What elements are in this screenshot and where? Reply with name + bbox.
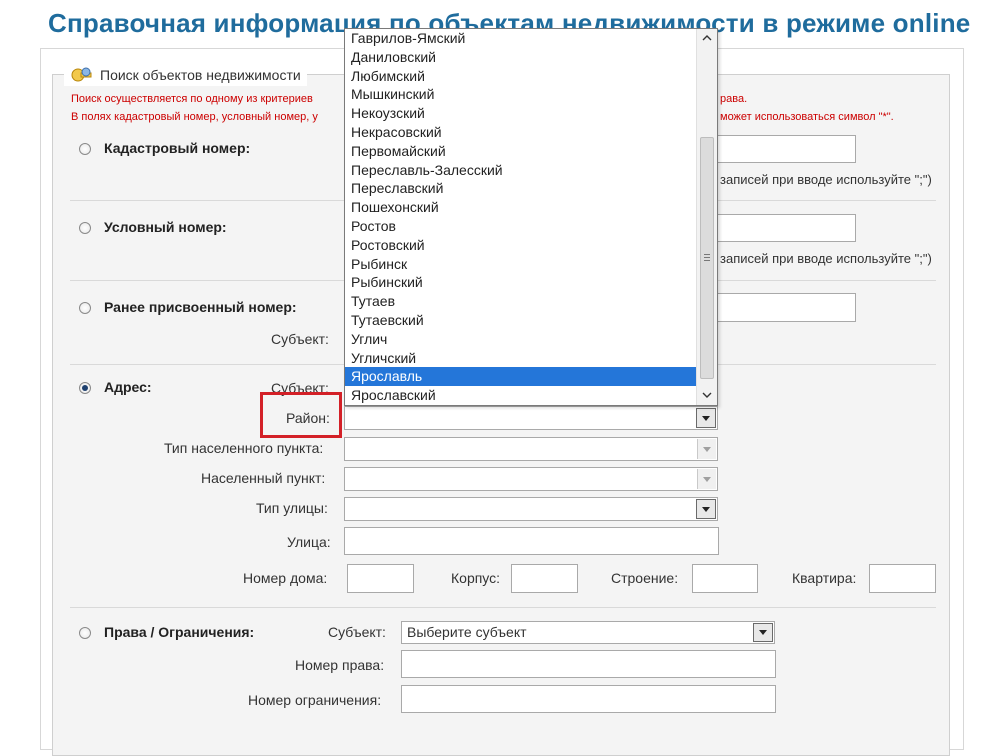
settlement-type-select[interactable]	[344, 437, 718, 461]
dropdown-option[interactable]: Любимский	[345, 67, 697, 86]
dropdown-option[interactable]: Тутаевский	[345, 311, 697, 330]
dropdown-option[interactable]: Мышкинский	[345, 85, 697, 104]
dropdown-option[interactable]: Пошехонский	[345, 198, 697, 217]
previous-number-label: Ранее присвоенный номер:	[104, 299, 297, 315]
rights-subject-label: Субъект:	[328, 624, 386, 640]
conditional-number-input[interactable]	[700, 214, 856, 242]
previous-number-input[interactable]	[700, 293, 856, 322]
district-dropdown-list[interactable]: Гаврилов-Ямский Даниловский Любимский Мышки…	[344, 28, 718, 406]
right-number-input[interactable]	[401, 650, 776, 678]
district-select[interactable]	[344, 406, 718, 430]
house-number-label: Номер дома:	[243, 570, 328, 586]
structure-label: Строение:	[611, 570, 679, 586]
cadastral-number-input[interactable]	[700, 135, 856, 163]
dropdown-option[interactable]: Ростов	[345, 217, 697, 236]
district-callout	[260, 392, 342, 438]
rights-subject-select[interactable]: Выберите субъект	[401, 621, 775, 644]
conditional-label: Условный номер:	[104, 219, 227, 235]
search-note-1-tail: рава.	[720, 93, 748, 105]
dropdown-option[interactable]: Тутаев	[345, 292, 697, 311]
dropdown-option[interactable]: Некоузский	[345, 104, 697, 123]
divider	[70, 607, 936, 608]
address-radio[interactable]	[79, 382, 91, 394]
dropdown-option[interactable]: Даниловский	[345, 48, 697, 67]
cadastral-label: Кадастровый номер:	[104, 140, 251, 156]
scroll-up-icon[interactable]	[702, 34, 712, 42]
search-key-icon	[71, 67, 92, 82]
house-number-input[interactable]	[347, 564, 414, 593]
legend-text: Поиск объектов недвижимости	[100, 67, 301, 83]
cadastral-radio[interactable]	[79, 143, 91, 155]
building-label: Корпус:	[451, 570, 501, 586]
search-note-2: В полях кадастровый номер, условный номе…	[71, 111, 318, 123]
restriction-number-input[interactable]	[401, 685, 776, 713]
dropdown-option[interactable]: Угличский	[345, 349, 697, 368]
building-input[interactable]	[511, 564, 578, 593]
apartment-label: Квартира:	[792, 570, 857, 586]
dropdown-scrollbar[interactable]	[696, 29, 717, 405]
street-input[interactable]	[344, 527, 719, 555]
chevron-down-icon[interactable]	[696, 499, 716, 519]
dropdown-option[interactable]: Рыбинский	[345, 273, 697, 292]
rights-radio[interactable]	[79, 627, 91, 639]
dropdown-option[interactable]: Гаврилов-Ямский	[345, 29, 697, 48]
cadastral-hint: записей при вводе используйте ";")	[720, 172, 932, 187]
dropdown-option[interactable]: Ростовский	[345, 236, 697, 255]
previous-number-radio[interactable]	[79, 302, 91, 314]
chevron-down-icon[interactable]	[697, 469, 716, 489]
dropdown-option[interactable]: Переславль-Залесский	[345, 161, 697, 180]
dropdown-option[interactable]: Углич	[345, 330, 697, 349]
settlement-label: Населенный пункт:	[201, 470, 326, 486]
dropdown-option[interactable]: Некрасовский	[345, 123, 697, 142]
dropdown-option[interactable]: Переславский	[345, 179, 697, 198]
rights-subject-value: Выберите субъект	[407, 624, 527, 640]
chevron-down-icon[interactable]	[697, 439, 716, 459]
previous-subject-label: Субъект:	[271, 331, 329, 347]
restriction-number-label: Номер ограничения:	[248, 692, 382, 708]
settlement-type-label: Тип населенного пункта:	[164, 440, 324, 456]
search-note-1: Поиск осуществляется по одному из критер…	[71, 93, 313, 105]
dropdown-options: Гаврилов-Ямский Даниловский Любимский Мышки…	[345, 29, 697, 405]
rights-label: Права / Ограничения:	[104, 624, 255, 640]
chevron-down-icon[interactable]	[753, 623, 773, 642]
chevron-down-icon[interactable]	[696, 408, 716, 428]
right-number-label: Номер права:	[295, 657, 385, 673]
dropdown-option[interactable]: Ярославский	[345, 386, 697, 405]
conditional-hint: записей при вводе используйте ";")	[720, 251, 932, 266]
address-label: Адрес:	[104, 379, 152, 395]
street-type-select[interactable]	[344, 497, 718, 521]
street-type-label: Тип улицы:	[256, 500, 328, 516]
structure-input[interactable]	[692, 564, 758, 593]
apartment-input[interactable]	[869, 564, 936, 593]
street-label: Улица:	[287, 534, 331, 550]
dropdown-option[interactable]: Рыбинск	[345, 255, 697, 274]
settlement-select[interactable]	[344, 467, 718, 491]
dropdown-option[interactable]: Первомайский	[345, 142, 697, 161]
search-note-2-tail: может использоваться символ "*".	[720, 111, 894, 123]
dropdown-option[interactable]: Ярославль	[345, 367, 697, 387]
scroll-down-icon[interactable]	[702, 391, 712, 399]
conditional-radio[interactable]	[79, 222, 91, 234]
scroll-thumb[interactable]	[700, 137, 714, 379]
fieldset-legend: Поиск объектов недвижимости	[64, 64, 307, 86]
